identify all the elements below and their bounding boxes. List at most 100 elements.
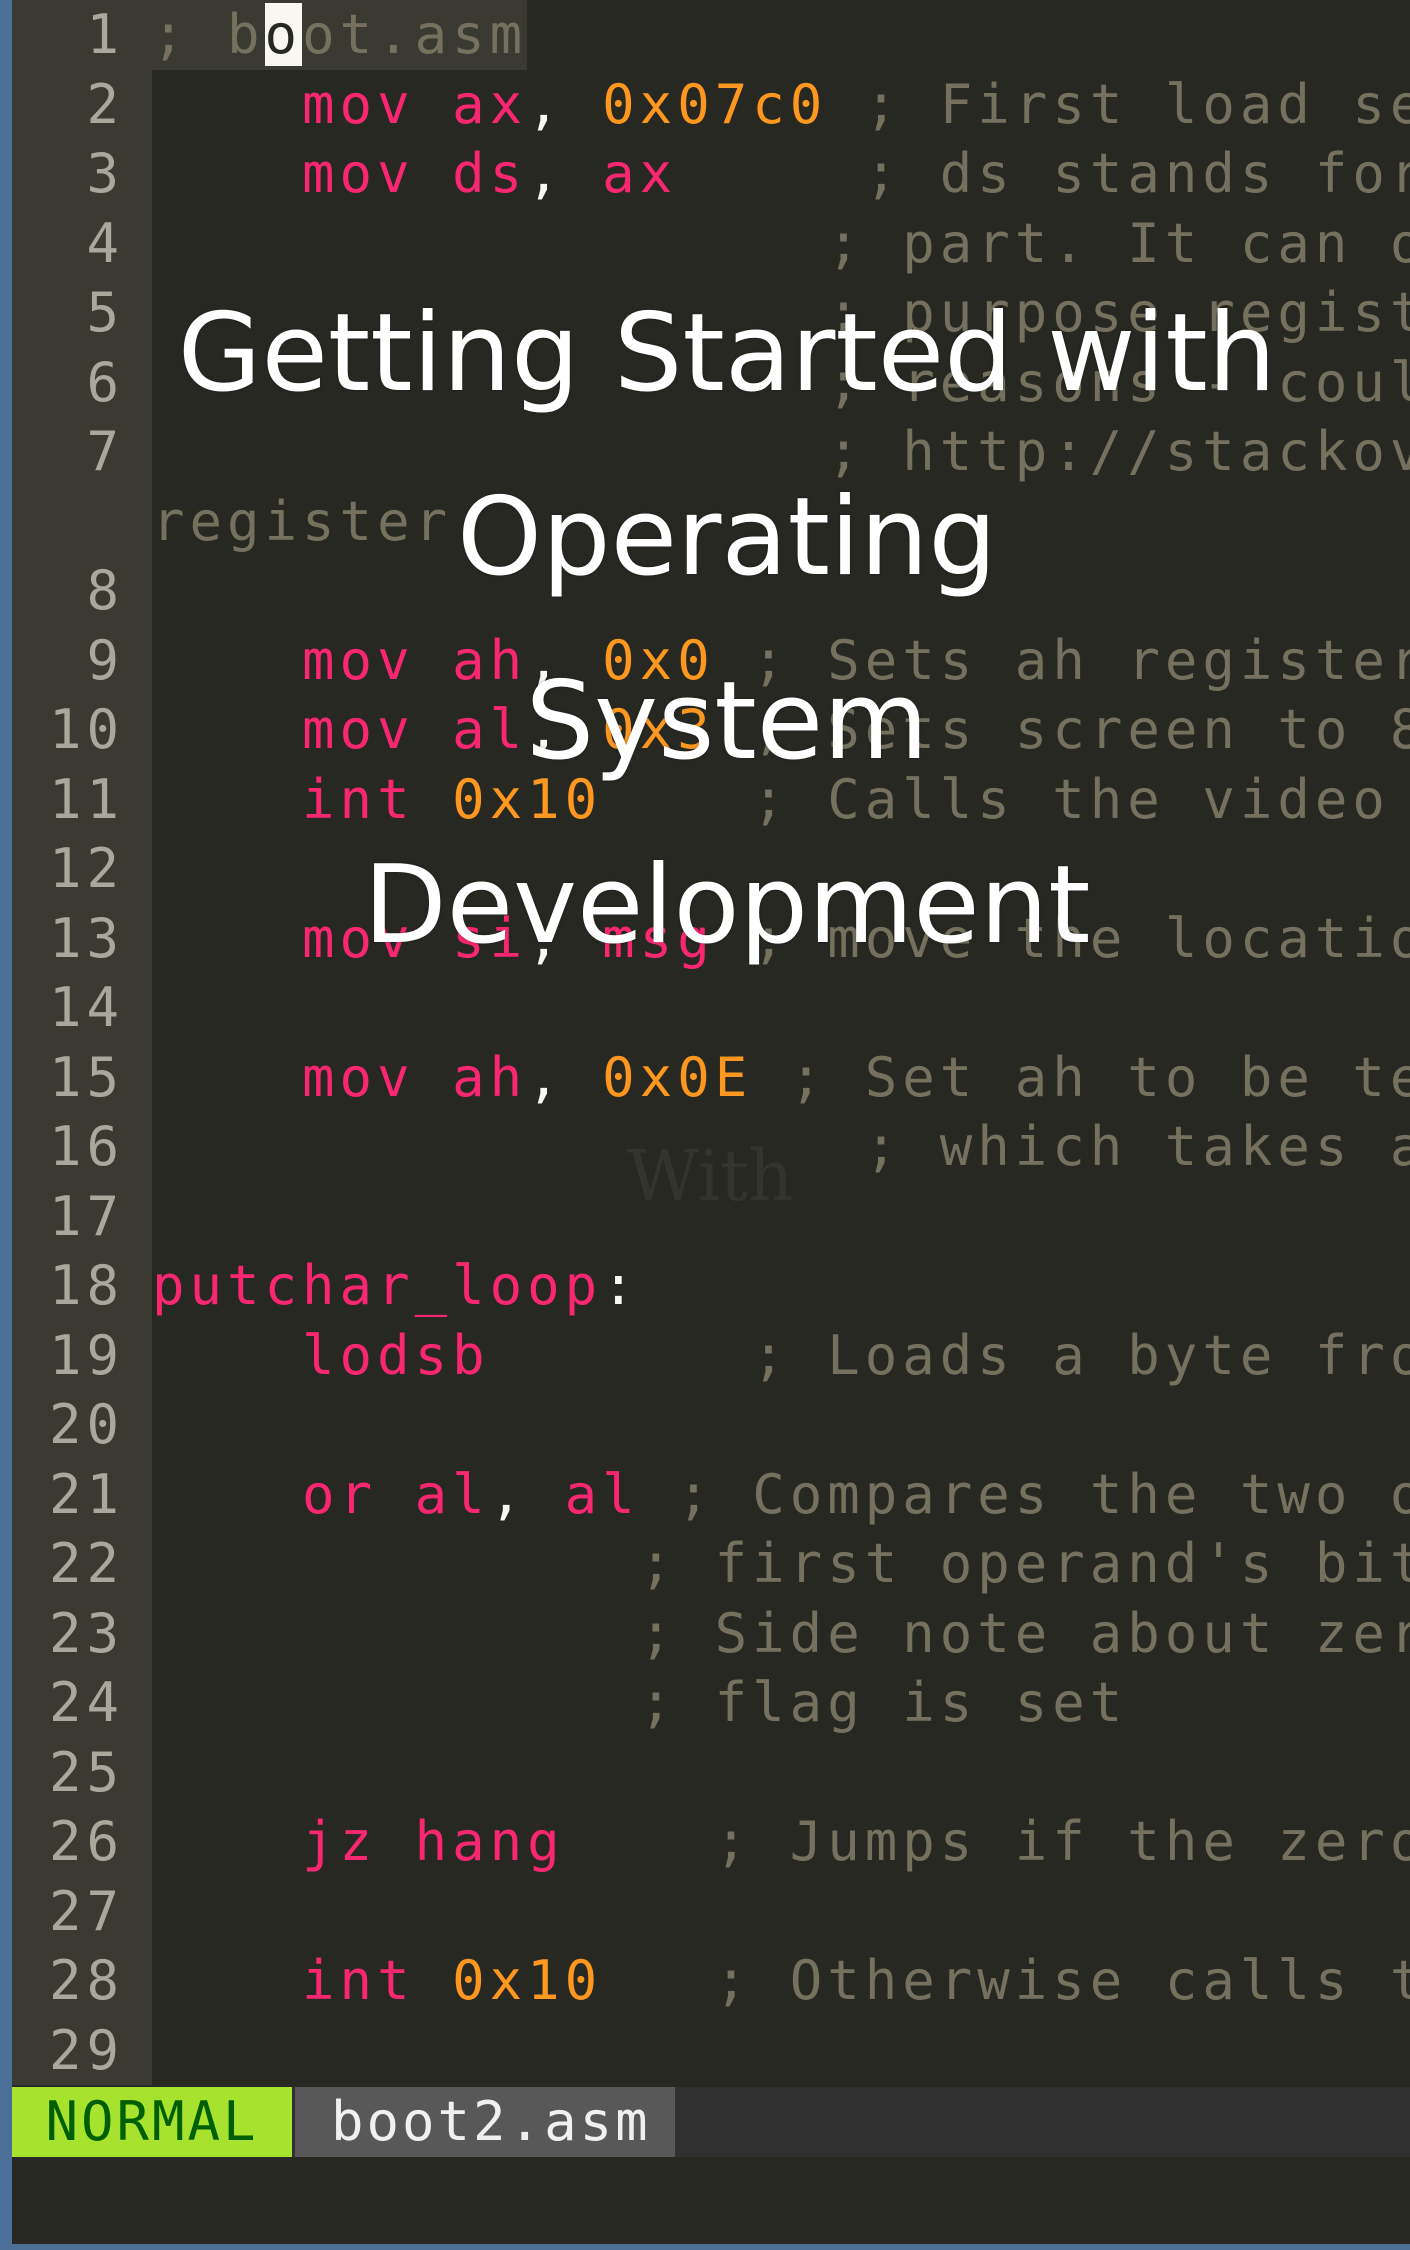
line-number: 26 — [48, 1810, 124, 1873]
line-number: 24 — [48, 1671, 124, 1734]
text-cursor: o — [264, 3, 303, 66]
line-number: 5 — [86, 281, 124, 344]
code-token: int — [302, 1949, 415, 2012]
line-number: 1 — [86, 3, 124, 66]
code-token: mov — [302, 1045, 415, 1109]
code-token: ; b — [152, 3, 265, 66]
code-token: ; Compares the two opera — [677, 1462, 1410, 1526]
line-number: 11 — [48, 767, 124, 831]
code-line[interactable]: mov ds, ax ; ds stands for da — [152, 139, 1410, 209]
code-line[interactable]: int 0x10 ; Otherwise calls the vi — [152, 1946, 1410, 2016]
code-token: ; First load segmen — [864, 72, 1410, 136]
code-line[interactable]: ; flag is set — [152, 1668, 1127, 1738]
code-token: ; Otherwise calls the vi — [714, 1949, 1410, 2012]
overlay-title-line: Getting Started with — [177, 291, 1277, 416]
code-line[interactable]: putchar_loop: — [152, 1251, 640, 1321]
code-token: ; Jumps if the zero flag — [714, 1810, 1410, 1873]
code-token: ; ds stands for da — [864, 142, 1410, 205]
code-token: , — [489, 1462, 528, 1526]
filename-tab[interactable]: boot2.asm — [295, 2087, 675, 2157]
code-token: ; Loads a byte from wher — [752, 1323, 1410, 1387]
line-number: 9 — [86, 628, 124, 692]
code-token: 0x07c0 — [602, 72, 828, 136]
code-line[interactable]: ; Side note about zero f — [152, 1599, 1410, 1669]
line-number: 3 — [86, 142, 124, 205]
code-token: mov — [302, 142, 415, 205]
line-number: 28 — [48, 1949, 124, 2012]
code-token: al — [564, 1462, 640, 1526]
overlay-title: Getting Started with Operating System De… — [152, 262, 1302, 998]
faint-overlay-word: With — [627, 1135, 794, 1217]
status-line: NORMAL boot2.asm — [12, 2087, 1410, 2157]
code-token: ; flag is set — [639, 1671, 1128, 1734]
code-token: lodsb — [302, 1323, 490, 1387]
code-token: ax — [452, 72, 528, 136]
code-token: or — [302, 1462, 378, 1526]
code-token: hang — [414, 1810, 565, 1873]
code-line[interactable]: mov ax, 0x07c0 ; First load segmen — [152, 70, 1410, 140]
code-token: , — [527, 1045, 565, 1109]
code-line[interactable]: ; boot.asm — [152, 0, 528, 70]
line-number: 22 — [48, 1532, 124, 1595]
line-number: 2 — [86, 72, 124, 136]
line-number — [12, 487, 124, 557]
line-number: 6 — [86, 350, 124, 414]
line-number: 17 — [48, 1184, 124, 1248]
line-number: 18 — [48, 1254, 124, 1317]
command-line[interactable] — [12, 2157, 1410, 2244]
code-line[interactable]: jz hang ; Jumps if the zero flag — [152, 1807, 1410, 1877]
line-number: 23 — [48, 1601, 124, 1665]
code-line[interactable]: lodsb ; Loads a byte from wher — [152, 1321, 1410, 1391]
line-number: 20 — [48, 1393, 124, 1456]
line-number: 12 — [48, 837, 124, 900]
code-token: ; which takes ascii b — [864, 1115, 1410, 1178]
line-number: 19 — [48, 1323, 124, 1387]
code-token: ds — [452, 142, 528, 205]
line-number: 16 — [48, 1115, 124, 1178]
code-line[interactable]: or al, al ; Compares the two opera — [152, 1460, 1410, 1530]
code-line[interactable]: mov ah, 0x0E ; Set ah to be telet — [152, 1043, 1410, 1113]
code-token: ot.asm — [302, 3, 528, 66]
line-number: 13 — [48, 906, 124, 970]
line-number: 10 — [48, 698, 124, 761]
code-token: , — [527, 72, 565, 136]
line-number: 25 — [48, 1740, 124, 1804]
code-token: ax — [602, 142, 678, 205]
code-token: ; Side note about zero f — [639, 1601, 1410, 1665]
code-line[interactable]: ; first operand's bit to — [152, 1529, 1410, 1599]
code-token: : — [602, 1254, 640, 1317]
mode-indicator: NORMAL — [12, 2087, 292, 2157]
line-number: 29 — [48, 2018, 124, 2082]
line-number: 14 — [48, 976, 124, 1039]
line-number: 7 — [86, 420, 124, 483]
overlay-title-line: Operating — [457, 475, 997, 600]
code-token: jz — [302, 1810, 378, 1873]
